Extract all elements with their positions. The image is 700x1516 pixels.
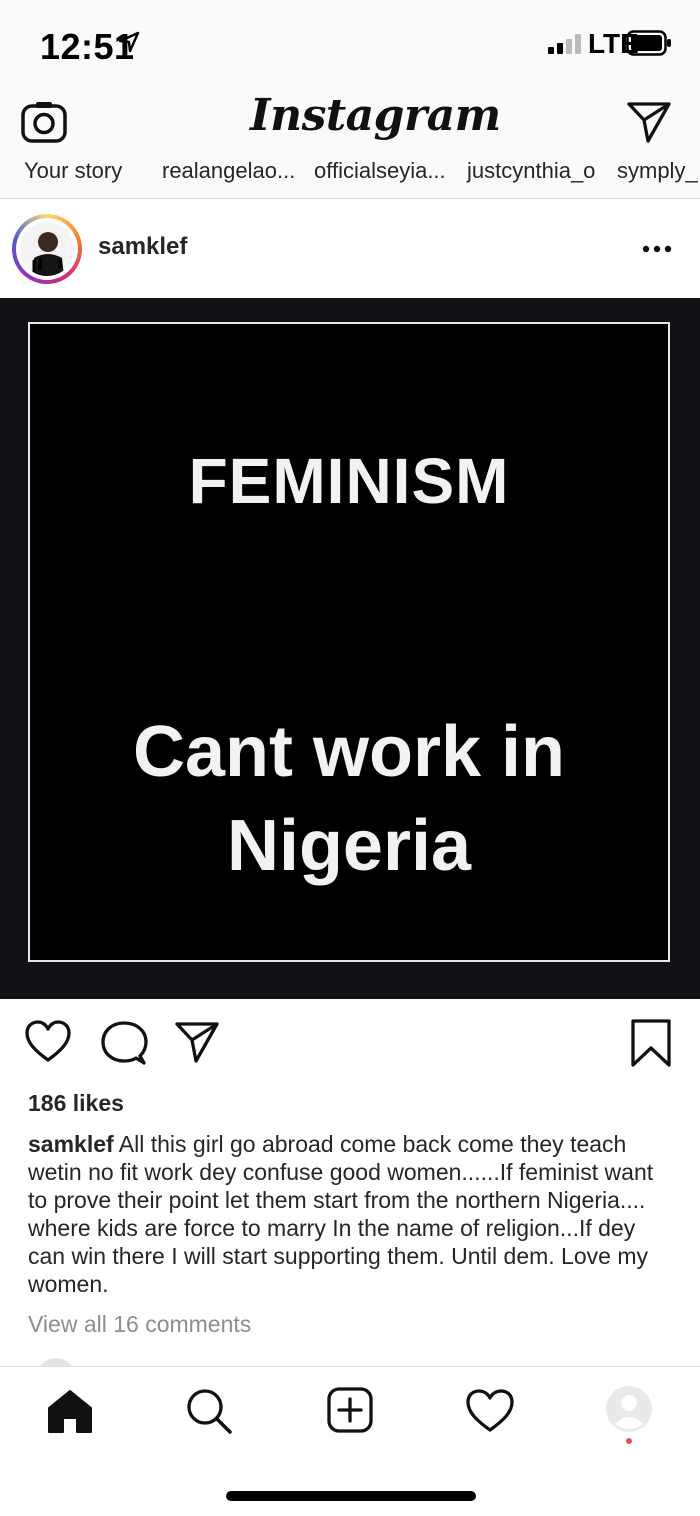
heart-icon[interactable]: [24, 1020, 72, 1064]
view-comments-link[interactable]: View all 16 comments: [28, 1311, 251, 1338]
story-label[interactable]: officialseyia...: [314, 160, 446, 184]
like-count[interactable]: 186 likes: [28, 1090, 124, 1117]
comment-icon[interactable]: [100, 1020, 148, 1066]
activity-heart-icon[interactable]: [465, 1388, 515, 1434]
story-label[interactable]: justcynthia_o: [467, 160, 595, 184]
post-image-text-line: Nigeria: [226, 806, 472, 886]
story-label[interactable]: realangelao...: [162, 160, 295, 184]
search-icon[interactable]: [184, 1386, 234, 1436]
post-image-text-line: Cant work in: [132, 712, 566, 792]
signal-icon: [548, 34, 582, 54]
post-username[interactable]: samklef: [98, 233, 187, 261]
caption-text: All this girl go abroad come back come t…: [28, 1131, 654, 1297]
more-icon[interactable]: [640, 234, 674, 264]
post-image-text: Cant work in Nigeria: [28, 705, 670, 893]
story-label[interactable]: Your story: [24, 160, 122, 184]
instagram-logo[interactable]: Instagram: [250, 90, 501, 141]
avatar[interactable]: [20, 222, 74, 276]
location-arrow-icon: [118, 31, 140, 53]
bookmark-icon[interactable]: [630, 1018, 672, 1068]
camera-icon[interactable]: [20, 100, 68, 144]
stories-tray[interactable]: Your story realangelao... officialseyia.…: [0, 160, 700, 199]
battery-icon: [626, 30, 672, 56]
direct-message-icon[interactable]: [626, 100, 672, 144]
story-label[interactable]: symply_: [617, 160, 698, 184]
add-post-icon[interactable]: [326, 1386, 374, 1434]
post-image-headline: FEMINISM: [188, 445, 510, 517]
home-indicator[interactable]: [226, 1491, 476, 1501]
profile-icon[interactable]: [604, 1384, 654, 1434]
share-icon[interactable]: [174, 1020, 220, 1064]
notification-dot: [626, 1438, 632, 1444]
caption-username[interactable]: samklef: [28, 1131, 114, 1157]
home-icon[interactable]: [46, 1388, 94, 1434]
post-caption: samklef All this girl go abroad come bac…: [28, 1130, 678, 1298]
